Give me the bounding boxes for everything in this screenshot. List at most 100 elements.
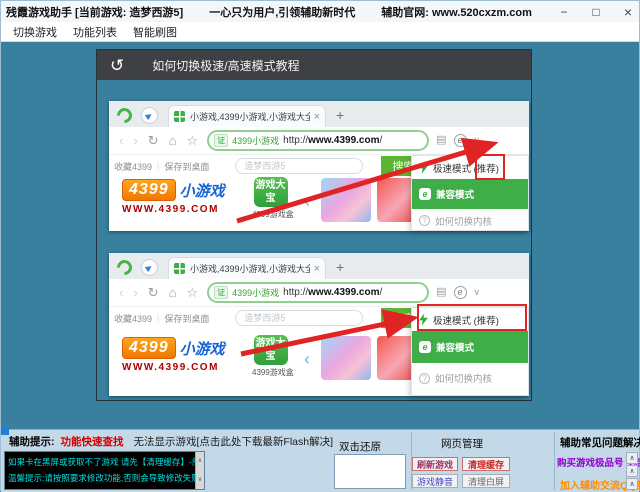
page-url: http://www.4399.com/ — [283, 135, 382, 146]
menu-item-speed-mode[interactable]: 极速模式 (推荐) — [412, 156, 528, 179]
search-input[interactable] — [235, 158, 363, 174]
menu-item-compat-mode[interactable]: e 兼容模式 — [412, 331, 528, 363]
close-button[interactable]: × — [621, 4, 635, 20]
bookmark-star-icon[interactable]: ☆ — [186, 286, 198, 299]
highlight-box-mode-button — [475, 154, 505, 180]
restore-label: 双击还原 — [339, 439, 381, 454]
tutorial-header: ↺ 如何切换极速/高速模式教程 — [97, 50, 531, 80]
page-tools-icon[interactable]: ▤ — [436, 287, 446, 298]
side-scroll-arrows[interactable]: ∧ ∧ ∧ — [626, 452, 638, 490]
divider — [554, 432, 555, 490]
browser-logo-icon — [114, 105, 135, 126]
site-favicon-icon — [174, 263, 185, 274]
address-bar[interactable]: 证 4399小游戏 http://www.4399.com/ — [207, 130, 429, 151]
help-circle-icon: ? — [419, 373, 430, 384]
back-nav-icon[interactable]: ‹ — [119, 134, 123, 147]
mode-switch-icon[interactable]: e — [454, 134, 467, 147]
back-icon[interactable]: ↺ — [110, 57, 124, 74]
browser-tab[interactable]: 小游戏,4399小游戏,小游戏大全 × — [168, 257, 326, 279]
browser-tab-bar: ▶ 小游戏,4399小游戏,小游戏大全 × + — [109, 253, 529, 279]
browser-toolbar: ‹ › ↻ ⌂ ☆ 证 4399小游戏 http://www.4399.com/… — [109, 279, 529, 307]
chevron-down-icon[interactable]: ∨ — [474, 135, 481, 146]
window-controls: − □ × — [557, 1, 635, 22]
page-tools-icon[interactable]: ▤ — [436, 135, 446, 146]
minimize-button[interactable]: − — [557, 5, 571, 19]
forward-nav-icon[interactable]: › — [133, 286, 137, 299]
app-window: 残霞游戏助手 [当前游戏: 造梦西游5] 一心只为用户,引领辅助新时代 辅助官网… — [0, 0, 640, 491]
highlight-box-speed-mode — [417, 304, 527, 331]
tab-title: 小游戏,4399小游戏,小游戏大全 — [190, 110, 310, 123]
menu-switch-game[interactable]: 切换游戏 — [9, 22, 61, 42]
bookmark-collect[interactable]: 收藏4399 — [114, 312, 152, 325]
home-icon[interactable]: ⌂ — [169, 286, 177, 299]
restore-listbox[interactable] — [334, 454, 406, 489]
carousel-prev-icon[interactable]: ‹ — [304, 349, 310, 370]
lightning-icon — [419, 161, 428, 174]
menu-function-list[interactable]: 功能列表 — [69, 22, 121, 42]
mute-game-button[interactable]: 游戏静音 — [412, 474, 458, 488]
logo-text: 小游戏 — [180, 180, 225, 201]
menu-item-kernel-help[interactable]: ? 如何切换内核 — [412, 209, 528, 232]
flash-fix-link[interactable]: 无法显示游戏[点击此处下载最新Flash解决] — [134, 434, 334, 449]
browser-content: 收藏4399 | 保存到桌面 搜索 4399 小游戏 WWW.4399.COM — [109, 155, 529, 231]
site-favicon-icon — [174, 111, 185, 122]
menu-item-compat-mode[interactable]: e 兼容模式 — [412, 179, 528, 209]
quick-find-link[interactable]: 功能快速查找 — [61, 434, 124, 449]
status-chip — [1, 427, 9, 435]
scroll-up-icon[interactable]: ∧ — [198, 453, 202, 469]
home-icon[interactable]: ⌂ — [169, 134, 177, 147]
scroll-up-icon[interactable]: ∧ — [626, 465, 638, 477]
gamebox-icon: 游戏大宝 — [254, 335, 288, 365]
game-thumbnail[interactable] — [321, 178, 371, 222]
back-nav-icon[interactable]: ‹ — [119, 286, 123, 299]
game-thumbnail[interactable] — [321, 336, 371, 380]
site-name: 4399小游戏 — [232, 134, 279, 147]
console-line1: 如果卡在黑屏或获取不了游戏 请先【清理缓存】-然后【刷新游戏】 — [8, 454, 192, 470]
gamebox-block[interactable]: 游戏大宝 4399游戏盒 — [252, 335, 289, 378]
scroll-up-icon[interactable]: ∧ — [626, 452, 638, 464]
logo-4399: 4399 — [122, 337, 176, 359]
browser-logo-icon — [114, 257, 135, 278]
web-manage-title: 网页管理 — [414, 436, 510, 451]
chevron-down-icon[interactable]: ∨ — [474, 287, 481, 298]
compat-e-icon: e — [419, 341, 431, 353]
reload-icon[interactable]: ↻ — [148, 286, 159, 299]
clear-white-screen-button[interactable]: 清理白屏 — [462, 474, 510, 488]
menu-smart-farm[interactable]: 智能刷图 — [129, 22, 181, 42]
console-line2: 温馨提示:请按照要求修改功能,否则会导致修改失败 — [8, 470, 192, 486]
search-input[interactable] — [235, 310, 363, 326]
menu-item-kernel-help[interactable]: ? 如何切换内核 — [412, 363, 528, 393]
tutorial-title: 如何切换极速/高速模式教程 — [152, 57, 299, 74]
maximize-button[interactable]: □ — [589, 5, 603, 19]
browser-screenshot-step1: ▶ 小游戏,4399小游戏,小游戏大全 × + ‹ › ↻ ⌂ ☆ 证 4399… — [109, 101, 529, 231]
refresh-game-button[interactable]: 刷新游戏 — [412, 457, 458, 471]
reload-icon[interactable]: ↻ — [148, 134, 159, 147]
scroll-down-icon[interactable]: ∨ — [198, 472, 202, 488]
bookmark-star-icon[interactable]: ☆ — [186, 134, 198, 147]
tab-close-icon[interactable]: × — [314, 263, 320, 275]
scroll-up-icon[interactable]: ∧ — [626, 478, 638, 490]
clear-cache-button[interactable]: 清理缓存 — [462, 457, 510, 471]
new-tab-button[interactable]: + — [336, 259, 344, 275]
app-slogan: 一心只为用户,引领辅助新时代 — [209, 4, 355, 20]
send-page-icon: ▶ — [141, 107, 158, 124]
logo-url: WWW.4399.COM — [122, 204, 225, 215]
new-tab-button[interactable]: + — [336, 107, 344, 123]
tip-label: 辅助提示: — [9, 434, 55, 449]
mode-switch-icon[interactable]: e — [454, 286, 467, 299]
page-url: http://www.4399.com/ — [283, 287, 382, 298]
bookmark-save-desktop[interactable]: 保存到桌面 — [164, 160, 209, 173]
console-scrollbar[interactable]: ∧ ∨ — [195, 452, 204, 489]
tip-row: 辅助提示: 功能快速查找 无法显示游戏[点击此处下载最新Flash解决] — [9, 434, 333, 449]
menu-bar: 切换游戏 功能列表 智能刷图 — [1, 22, 639, 42]
browser-tab[interactable]: 小游戏,4399小游戏,小游戏大全 × — [168, 105, 326, 127]
gamebox-block[interactable]: 游戏大宝 4399游戏盒 — [252, 177, 289, 220]
forward-nav-icon[interactable]: › — [133, 134, 137, 147]
bookmark-save-desktop[interactable]: 保存到桌面 — [164, 312, 209, 325]
carousel-prev-icon[interactable]: ‹ — [304, 191, 310, 212]
address-bar[interactable]: 证 4399小游戏 http://www.4399.com/ — [207, 282, 429, 303]
gamebox-caption: 4399游戏盒 — [252, 209, 289, 220]
bookmark-collect[interactable]: 收藏4399 — [114, 160, 152, 173]
tab-close-icon[interactable]: × — [314, 111, 320, 123]
main-area: ↺ 如何切换极速/高速模式教程 1.点击地址栏此处按钮 2.选择极速模式 ▶ 小… — [1, 42, 639, 429]
